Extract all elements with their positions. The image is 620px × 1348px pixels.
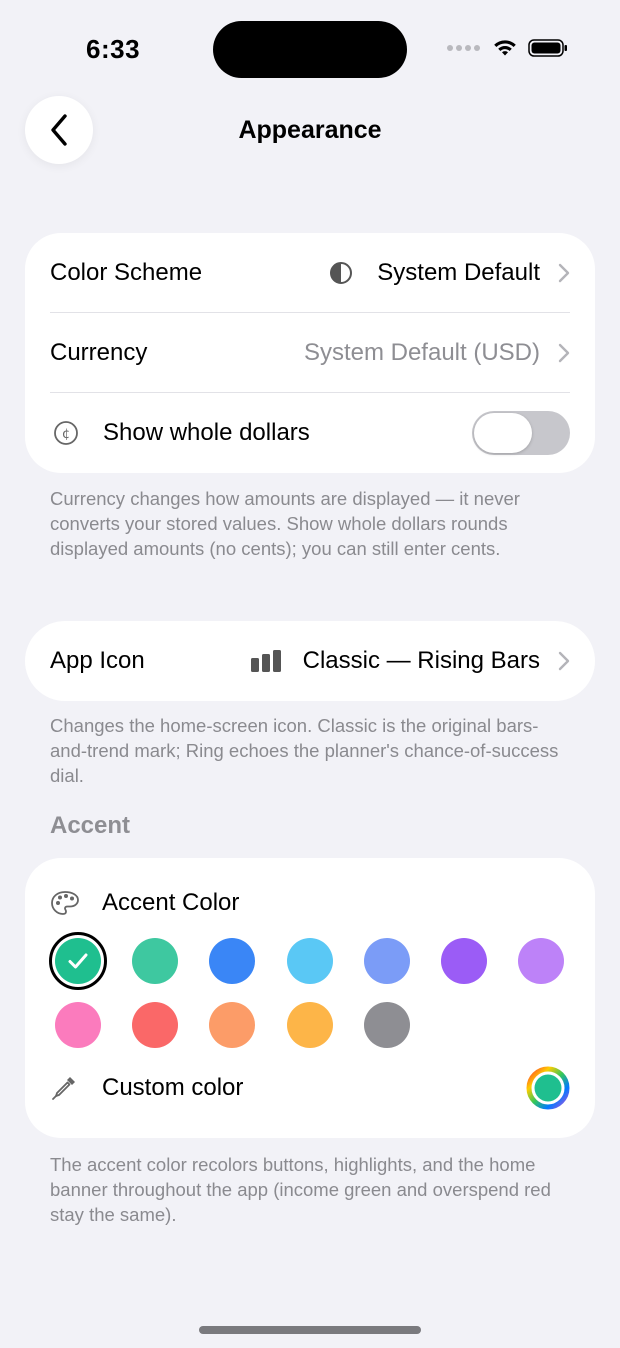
color-wheel-icon[interactable] bbox=[526, 1066, 570, 1110]
cellular-signal-icon bbox=[447, 45, 480, 51]
accent-swatch-amber[interactable] bbox=[286, 1002, 333, 1048]
chevron-right-icon bbox=[558, 651, 570, 671]
accent-color-row: Accent Color bbox=[50, 863, 570, 943]
custom-color-row[interactable]: Custom color bbox=[50, 1048, 570, 1128]
chevron-right-icon bbox=[558, 263, 570, 283]
accent-swatch-periwinkle[interactable] bbox=[363, 938, 410, 984]
bar-chart-icon bbox=[250, 650, 281, 672]
toggle-knob bbox=[474, 413, 532, 453]
accent-swatch-blue[interactable] bbox=[209, 938, 256, 984]
app-icon-card: App Icon Classic — Rising Bars bbox=[25, 621, 595, 701]
accent-card: Accent Color Custom color bbox=[25, 858, 595, 1138]
whole-dollars-toggle[interactable] bbox=[472, 411, 570, 455]
currency-row[interactable]: Currency System Default (USD) bbox=[50, 313, 570, 393]
accent-swatch-gray[interactable] bbox=[363, 1002, 410, 1048]
display-settings-card: Color Scheme System Default Currency Sys… bbox=[25, 233, 595, 473]
half-circle-contrast-icon bbox=[330, 262, 353, 284]
app-icon-row[interactable]: App Icon Classic — Rising Bars bbox=[50, 621, 570, 701]
accent-section-header: Accent bbox=[50, 812, 131, 839]
accent-swatch-mint[interactable] bbox=[132, 938, 179, 984]
currency-value: System Default (USD) bbox=[303, 339, 540, 366]
currency-label: Currency bbox=[50, 339, 148, 366]
accent-footnote: The accent color recolors buttons, highl… bbox=[50, 1154, 551, 1225]
whole-dollars-label: Show whole dollars bbox=[103, 419, 310, 446]
color-scheme-value: System Default bbox=[377, 259, 540, 286]
appearance-screen: 6:33 Appearance Color Scheme System Defa… bbox=[0, 0, 620, 1348]
cent-coin-icon: ¢ bbox=[54, 421, 78, 445]
checkmark-icon bbox=[68, 953, 88, 969]
accent-swatch-lavender[interactable] bbox=[518, 938, 565, 984]
color-scheme-label: Color Scheme bbox=[50, 259, 203, 286]
status-time: 6:33 bbox=[86, 34, 141, 64]
accent-swatch-purple[interactable] bbox=[441, 938, 487, 984]
home-indicator bbox=[199, 1326, 421, 1334]
currency-footnote: Currency changes how amounts are display… bbox=[50, 488, 520, 559]
color-scheme-row[interactable]: Color Scheme System Default bbox=[50, 233, 570, 313]
accent-swatch-orange[interactable] bbox=[209, 1002, 256, 1048]
chevron-right-icon bbox=[558, 343, 570, 363]
battery-icon bbox=[528, 39, 567, 57]
accent-swatch-sky[interactable] bbox=[286, 938, 333, 984]
app-icon-value: Classic — Rising Bars bbox=[302, 647, 540, 674]
accent-swatch-red[interactable] bbox=[132, 1002, 179, 1048]
accent-color-label: Accent Color bbox=[102, 889, 240, 916]
svg-text:¢: ¢ bbox=[62, 427, 70, 442]
custom-color-label: Custom color bbox=[102, 1074, 244, 1101]
eyedropper-icon bbox=[52, 1077, 75, 1100]
wifi-icon bbox=[494, 40, 516, 56]
whole-dollars-row: ¢ Show whole dollars bbox=[50, 393, 570, 473]
status-icons bbox=[447, 38, 568, 58]
app-icon-label: App Icon bbox=[50, 647, 145, 674]
accent-swatch-pink[interactable] bbox=[55, 1002, 101, 1048]
app-icon-footnote: Changes the home-screen icon. Classic is… bbox=[50, 715, 559, 786]
palette-icon bbox=[51, 891, 79, 915]
page-title: Appearance bbox=[238, 116, 382, 144]
dynamic-island bbox=[213, 21, 407, 78]
accent-swatch-teal-green[interactable] bbox=[55, 938, 101, 984]
